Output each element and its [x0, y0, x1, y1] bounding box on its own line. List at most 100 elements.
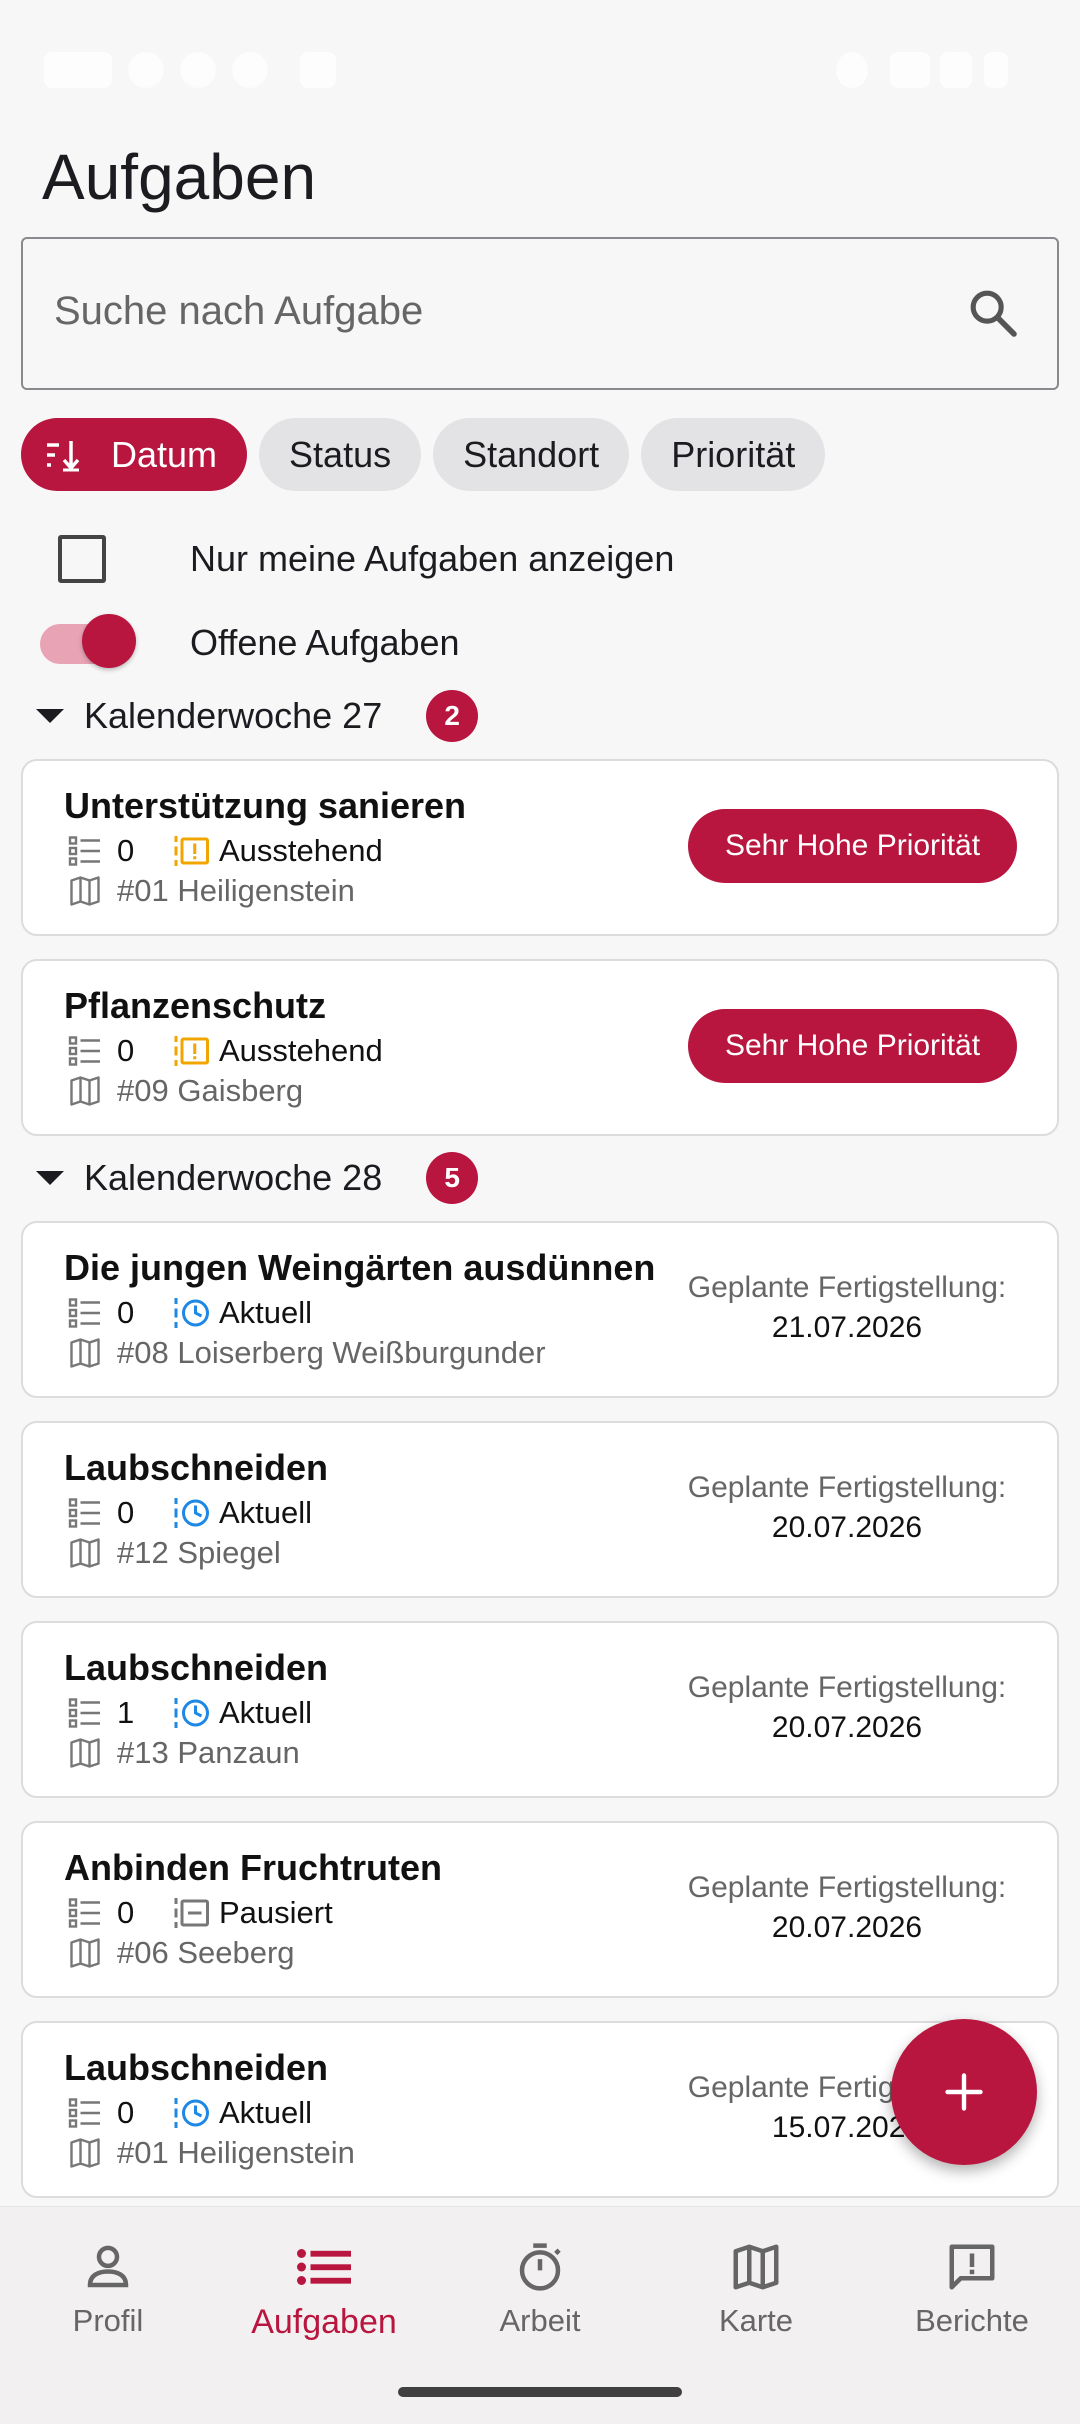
subtask-count: 1: [117, 1695, 135, 1730]
map-icon: [70, 1076, 100, 1106]
planned-date: 21.07.2026: [771, 1311, 923, 1344]
task-card[interactable]: Pflanzenschutz 0 Ausstehend #09 Gaisberg…: [21, 959, 1059, 1136]
search-icon[interactable]: [965, 285, 1021, 341]
chip-sort-status[interactable]: Status: [259, 418, 422, 491]
task-title: Laubschneiden: [64, 1447, 329, 1488]
checklist-icon: [68, 1698, 100, 1728]
chip-label: Datum: [111, 433, 218, 475]
notification-icon: [128, 52, 164, 88]
task-location: #06 Seeberg: [117, 1935, 295, 1970]
task-status: Aktuell: [219, 1495, 313, 1530]
search-placeholder: Suche nach Aufgabe: [54, 289, 424, 333]
nav-item-work[interactable]: Arbeit: [432, 2237, 648, 2339]
home-indicator[interactable]: [398, 2387, 682, 2397]
alarm-icon: [836, 52, 868, 88]
planned-date: 20.07.2026: [771, 1511, 923, 1544]
notification-icon: [300, 52, 336, 88]
caret-down-icon: [36, 709, 64, 723]
sort-icon: [47, 440, 80, 471]
checklist-icon: [68, 1036, 100, 1066]
map-icon: [70, 1338, 100, 1368]
notification-icon: [232, 52, 268, 88]
wifi-icon: [890, 52, 930, 88]
task-card[interactable]: Laubschneiden 1 Aktuell #13 Panzaun Gepl…: [21, 1621, 1059, 1798]
paused-icon: [174, 1898, 209, 1928]
checklist-icon: [68, 1298, 100, 1328]
page-title: Aufgaben: [42, 141, 317, 213]
nav-item-reports[interactable]: Berichte: [864, 2237, 1080, 2339]
open-tasks-label: Offene Aufgaben: [190, 622, 460, 663]
nav-item-map[interactable]: Karte: [648, 2237, 864, 2339]
planned-date: 20.07.2026: [771, 1711, 923, 1744]
map-icon: [733, 2244, 779, 2290]
planned-completion: Geplante Fertigstellung: 20.07.2026: [677, 1871, 1017, 1945]
task-location: #01 Heiligenstein: [117, 873, 355, 908]
task-location: #08 Loiserberg Weißburgunder: [117, 1335, 546, 1370]
map-icon: [70, 876, 100, 906]
status-bar: [0, 0, 1080, 140]
subtask-count: 0: [117, 2095, 135, 2130]
task-title: Die jungen Weingärten ausdünnen: [64, 1247, 656, 1288]
group-header-week-28[interactable]: Kalenderwoche 28 5: [36, 1148, 479, 1208]
only-mine-label: Nur meine Aufgaben anzeigen: [190, 538, 675, 579]
task-title: Laubschneiden: [64, 1647, 329, 1688]
group-label: Kalenderwoche 28: [84, 1157, 383, 1198]
task-title: Anbinden Fruchtruten: [64, 1847, 442, 1888]
only-mine-checkbox[interactable]: [58, 535, 106, 583]
subtask-count: 0: [117, 1033, 135, 1068]
map-icon: [70, 2138, 100, 2168]
task-card[interactable]: Laubschneiden 0 Aktuell #12 Spiegel Gepl…: [21, 1421, 1059, 1598]
task-card[interactable]: Die jungen Weingärten ausdünnen 0 Aktuel…: [21, 1221, 1059, 1398]
nav-label: Aufgaben: [251, 2303, 397, 2341]
task-title: Unterstützung sanieren: [64, 785, 467, 826]
chip-label: Priorität: [671, 433, 796, 475]
checklist-icon: [68, 836, 100, 866]
planned-label: Geplante Fertigstellung:: [687, 1871, 1007, 1904]
chip-label: Standort: [463, 433, 600, 475]
add-task-button[interactable]: [891, 2019, 1037, 2165]
chip-sort-priority[interactable]: Priorität: [641, 418, 826, 491]
clock-icon: [174, 2098, 209, 2128]
clock-placeholder: [44, 52, 112, 88]
priority-badge: Sehr Hohe Priorität: [688, 1009, 1017, 1083]
task-card[interactable]: Anbinden Fruchtruten 0 Pausiert #06 Seeb…: [21, 1821, 1059, 1998]
chip-label: Status: [289, 433, 392, 475]
list-icon: [297, 2249, 351, 2285]
report-icon: [949, 2244, 995, 2290]
map-icon: [70, 1938, 100, 1968]
planned-completion: Geplante Fertigstellung: 21.07.2026: [677, 1271, 1017, 1345]
map-icon: [70, 1738, 100, 1768]
priority-badge: Sehr Hohe Priorität: [688, 809, 1017, 883]
planned-label: Geplante Fertigstellung:: [687, 1471, 1007, 1504]
count-badge: 2: [426, 690, 479, 742]
only-mine-row: Nur meine Aufgaben anzeigen: [58, 533, 674, 585]
nav-item-tasks[interactable]: Aufgaben: [216, 2237, 432, 2342]
count-badge: 5: [426, 1152, 479, 1204]
chip-sort-location[interactable]: Standort: [433, 418, 630, 491]
search-input[interactable]: Suche nach Aufgabe: [21, 237, 1059, 390]
plus-icon: [945, 2073, 983, 2111]
nav-label: Berichte: [915, 2303, 1029, 2338]
timer-icon: [519, 2243, 561, 2291]
nav-item-profile[interactable]: Profil: [0, 2237, 216, 2339]
pending-icon: [174, 836, 209, 866]
subtask-count: 0: [117, 833, 135, 868]
task-location: #13 Panzaun: [117, 1735, 300, 1770]
group-label: Kalenderwoche 27: [84, 695, 383, 736]
clock-icon: [174, 1498, 209, 1528]
chip-sort-date[interactable]: Datum: [21, 418, 248, 491]
clock-icon: [174, 1298, 209, 1328]
checklist-icon: [68, 1498, 100, 1528]
planned-label: Geplante Fertigstellung:: [687, 1671, 1007, 1704]
toggle-thumb[interactable]: [82, 614, 136, 668]
planned-completion: Geplante Fertigstellung: 20.07.2026: [677, 1471, 1017, 1545]
clock-icon: [174, 1698, 209, 1728]
group-header-week-27[interactable]: Kalenderwoche 27 2: [36, 686, 479, 746]
task-location: #01 Heiligenstein: [117, 2135, 355, 2170]
task-location: #12 Spiegel: [117, 1535, 281, 1570]
subtask-count: 0: [117, 1895, 135, 1930]
task-card[interactable]: Unterstützung sanieren 0 Ausstehend #01 …: [21, 759, 1059, 936]
task-status: Ausstehend: [219, 833, 383, 868]
task-status: Pausiert: [219, 1895, 333, 1930]
planned-date: 20.07.2026: [771, 1911, 923, 1944]
